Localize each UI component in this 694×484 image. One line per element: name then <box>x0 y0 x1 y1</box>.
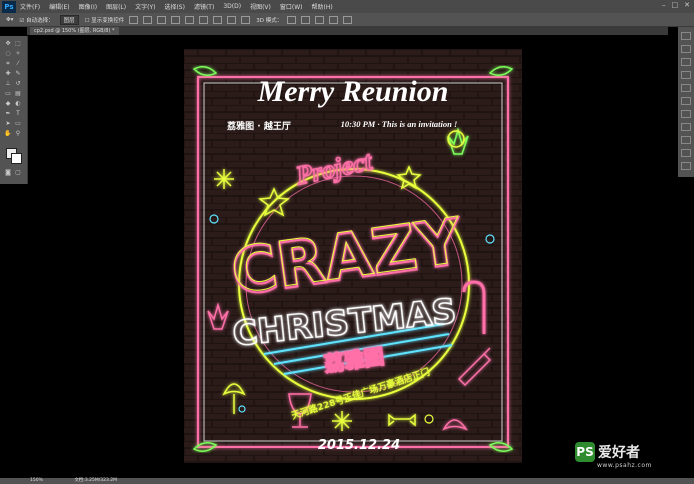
menu-type[interactable]: 文字(Y) <box>135 2 155 11</box>
align-middle-icon[interactable] <box>143 15 153 24</box>
screen-mode-icon[interactable]: ▢ <box>14 169 22 176</box>
watermark-badge: PS <box>575 442 595 462</box>
menu-file[interactable]: 文件(F) <box>20 2 40 11</box>
watermark: PS 爱好者 www.psahz.com <box>575 442 651 469</box>
eraser-icon[interactable]: ▭ <box>4 90 12 97</box>
show-transform-checkbox[interactable]: ☐ 显示变换控件 <box>85 16 125 24</box>
hand-icon[interactable]: ✋ <box>4 130 12 137</box>
panel-icon[interactable] <box>681 136 691 144</box>
history-brush-icon[interactable]: ↺ <box>14 80 22 87</box>
menu-layer[interactable]: 图层(L) <box>106 2 126 11</box>
3d-mode-label: 3D 模式： <box>256 17 283 24</box>
zoom-level: 150% <box>30 478 43 483</box>
3d-slide-icon[interactable] <box>329 15 339 24</box>
menu-edit[interactable]: 编辑(E) <box>49 2 69 11</box>
menu-bar: Ps 文件(F) 编辑(E) 图像(I) 图层(L) 文字(Y) 选择(S) 滤… <box>0 0 694 13</box>
poster-title: Merry Reunion <box>257 75 449 108</box>
snowflake-icon <box>332 411 352 431</box>
maximize-icon[interactable]: □ <box>672 1 679 9</box>
panel-icon[interactable] <box>681 32 691 40</box>
panel-icon[interactable] <box>681 149 691 157</box>
panel-icon[interactable] <box>681 162 691 170</box>
align-top-icon[interactable] <box>129 15 139 24</box>
shape-icon[interactable]: ▭ <box>14 120 22 127</box>
document-tab-strip: cp2.psd @ 150% (图层, RGB/8) * <box>27 27 668 35</box>
3d-roll-icon[interactable] <box>301 15 311 24</box>
panel-icon[interactable] <box>681 123 691 131</box>
3d-pan-icon[interactable] <box>315 15 325 24</box>
eyedropper-icon[interactable]: ⁄ <box>14 60 22 67</box>
distribute-icon[interactable] <box>213 15 223 24</box>
panel-icon[interactable] <box>681 45 691 53</box>
move-icon[interactable]: ✥ <box>4 40 12 47</box>
3d-scale-icon[interactable] <box>343 15 353 24</box>
magic-wand-icon[interactable]: ✧ <box>14 50 22 57</box>
type-icon[interactable]: T <box>14 110 22 117</box>
healing-icon[interactable]: ✚ <box>4 70 12 77</box>
poster-artwork: Merry Reunion 荔雅图 · 越王厅 10:30 PM · This … <box>184 49 522 463</box>
dodge-icon[interactable]: ◐ <box>14 100 22 107</box>
align-left-icon[interactable] <box>171 15 181 24</box>
panel-icon[interactable] <box>681 58 691 66</box>
auto-select-checkbox[interactable]: ☑ 自动选择： <box>19 16 53 24</box>
distribute-h-icon[interactable] <box>227 15 237 24</box>
distribute-v-icon[interactable] <box>241 15 251 24</box>
poster-date: 2015.12.24 <box>318 438 400 453</box>
quick-mask-icon[interactable]: ◙ <box>4 169 12 176</box>
watermark-text: 爱好者 <box>598 445 640 461</box>
layer-select-dropdown[interactable]: 图层 <box>59 14 79 25</box>
snowflake-icon <box>214 169 234 189</box>
menu-select[interactable]: 选择(S) <box>164 2 185 11</box>
lasso-icon[interactable]: ◌ <box>4 50 12 57</box>
crop-icon[interactable]: ⌗ <box>4 60 12 67</box>
menu-image[interactable]: 图像(I) <box>79 2 97 11</box>
panel-icon[interactable] <box>681 97 691 105</box>
zoom-icon[interactable]: ⚲ <box>14 130 22 137</box>
menu-view[interactable]: 视图(V) <box>250 2 271 11</box>
menu-help[interactable]: 帮助(H) <box>312 2 333 11</box>
app-logo: Ps <box>2 0 16 13</box>
brush-icon[interactable]: ✎ <box>14 70 22 77</box>
minimize-icon[interactable]: – <box>662 1 666 9</box>
watermark-url: www.psahz.com <box>597 462 652 469</box>
close-icon[interactable]: ✕ <box>684 1 690 9</box>
background-color-swatch[interactable] <box>11 153 22 164</box>
poster-canvas: Merry Reunion 荔雅图 · 越王厅 10:30 PM · This … <box>184 49 522 463</box>
stamp-icon[interactable]: ⊥ <box>4 80 12 87</box>
document-tab[interactable]: cp2.psd @ 150% (图层, RGB/8) * <box>30 27 119 35</box>
show-transform-label: 显示变换控件 <box>91 17 125 24</box>
blur-icon[interactable]: ◆ <box>4 100 12 107</box>
auto-select-label: 自动选择： <box>26 17 54 24</box>
options-bar: ✥▾ ☑ 自动选择： 图层 ☐ 显示变换控件 3D 模式： <box>0 13 694 27</box>
menu-3d[interactable]: 3D(D) <box>223 3 241 10</box>
toolbox: ✥ ⬚ ◌ ✧ ⌗ ⁄ ✚ ✎ ⊥ ↺ ▭ ▤ ◆ ◐ ✒ T ➤ ▭ ✋ ⚲ … <box>0 36 28 184</box>
align-right-icon[interactable] <box>199 15 209 24</box>
panel-icon[interactable] <box>681 84 691 92</box>
gradient-icon[interactable]: ▤ <box>14 90 22 97</box>
3d-rotate-icon[interactable] <box>287 15 297 24</box>
align-bottom-icon[interactable] <box>157 15 167 24</box>
align-center-icon[interactable] <box>185 15 195 24</box>
status-bar: 150% 文档:3.25M/323.2M <box>0 478 694 484</box>
marquee-icon[interactable]: ⬚ <box>14 40 22 47</box>
poster-subtitle-cn: 荔雅图 · 越王厅 <box>226 120 291 132</box>
panel-icon[interactable] <box>681 71 691 79</box>
right-panel-dock <box>678 27 694 177</box>
menu-filter[interactable]: 滤镜(T) <box>194 2 214 11</box>
poster-time-line: 10:30 PM · This is an invitation ! <box>341 119 458 129</box>
path-select-icon[interactable]: ➤ <box>4 120 12 127</box>
document-size: 文档:3.25M/323.2M <box>74 478 118 483</box>
move-tool-icon[interactable]: ✥▾ <box>6 17 13 23</box>
pen-icon[interactable]: ✒ <box>4 110 12 117</box>
panel-icon[interactable] <box>681 110 691 118</box>
menu-window[interactable]: 窗口(W) <box>280 2 303 11</box>
